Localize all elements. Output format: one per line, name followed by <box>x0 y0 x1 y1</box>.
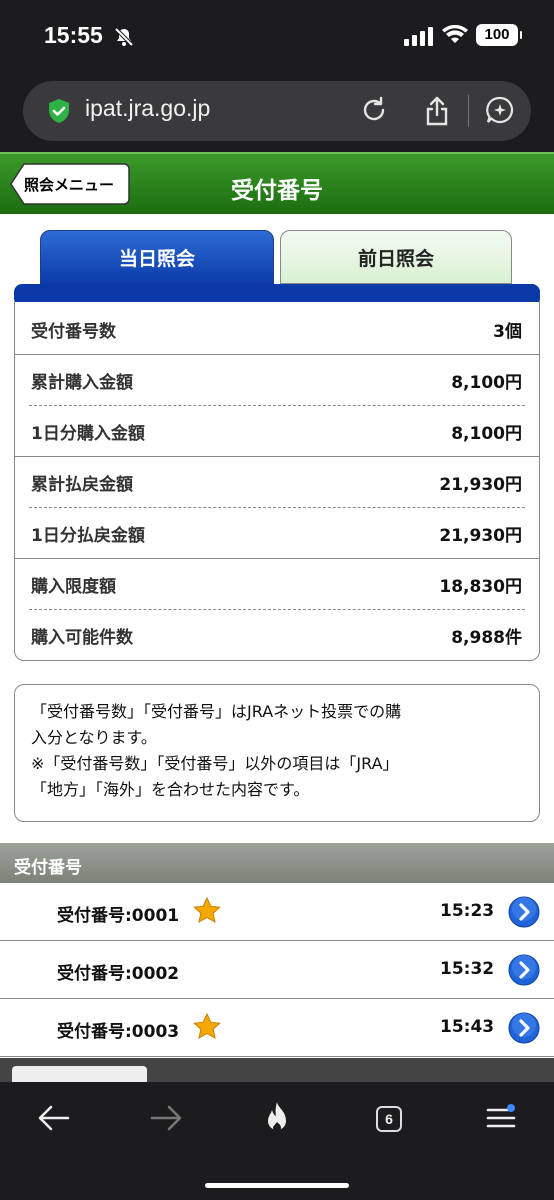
receipt-time: 15:43 <box>440 1017 495 1037</box>
tab-count-button[interactable]: 6 <box>376 1106 402 1132</box>
receipt-number: 受付番号:0002 <box>57 964 180 984</box>
notice-line: ※「受付番号数」「受付番号」以外の項目は「JRA」 <box>31 754 399 773</box>
back-arrow-icon[interactable] <box>36 1102 72 1138</box>
receipt-number: 受付番号:0001 <box>57 906 180 926</box>
summary-row: 購入可能件数 8,988件 <box>15 609 539 660</box>
wifi-icon <box>442 24 468 49</box>
battery-icon: 100 <box>476 24 522 46</box>
status-bar: 15:55 100 <box>0 0 554 72</box>
receipt-row[interactable]: 受付番号:0001 15:23 <box>0 883 554 941</box>
chevron-right-circle-icon[interactable] <box>508 896 540 932</box>
summary-value: 3個 <box>493 322 522 342</box>
menu-icon[interactable] <box>486 1104 516 1136</box>
summary-table: 受付番号数 3個 累計購入金額 8,100円 1日分購入金額 8,100円 累計… <box>14 300 540 661</box>
reload-icon[interactable] <box>359 95 389 129</box>
tab-same-day-inquiry[interactable]: 当日照会 <box>40 230 274 286</box>
browser-toolbar: ipat.jra.go.jp <box>0 72 554 152</box>
address-bar[interactable]: ipat.jra.go.jp <box>23 81 531 141</box>
receipt-row[interactable]: 受付番号:0002 15:32 <box>0 941 554 999</box>
page-footer-peek <box>0 1058 554 1082</box>
cellular-signal-icon <box>404 26 434 50</box>
star-icon <box>192 1012 222 1046</box>
summary-value: 21,930円 <box>439 526 522 546</box>
summary-row: 1日分購入金額 8,100円 <box>15 405 539 456</box>
summary-row: 購入限度額 18,830円 <box>15 558 539 609</box>
chevron-right-circle-icon[interactable] <box>508 954 540 990</box>
flame-icon[interactable] <box>261 1100 293 1140</box>
receipt-number: 受付番号:0003 <box>57 1022 180 1042</box>
summary-row: 累計購入金額 8,100円 <box>15 354 539 405</box>
receipt-time: 15:32 <box>440 959 495 979</box>
summary-label: 1日分払戻金額 <box>31 526 145 546</box>
secure-shield-icon <box>45 97 73 129</box>
summary-label: 購入限度額 <box>31 577 116 597</box>
receipts-section-header: 受付番号 <box>0 843 554 883</box>
notice-line: 「地方」「海外」を合わせた内容です。 <box>31 780 310 799</box>
summary-value: 8,988件 <box>451 628 522 648</box>
page-title: 受付番号 <box>231 178 323 204</box>
toolbar-divider <box>468 95 469 127</box>
notice-line: 「受付番号数」「受付番号」はJRAネット投票での購 <box>31 702 402 721</box>
summary-value: 21,930円 <box>439 475 522 495</box>
summary-row: 累計払戻金額 21,930円 <box>15 456 539 507</box>
summary-value: 8,100円 <box>451 373 522 393</box>
share-icon[interactable] <box>423 95 451 131</box>
summary-label: 購入可能件数 <box>31 628 133 648</box>
footer-button-peek <box>12 1066 147 1082</box>
summary-value: 18,830円 <box>439 577 522 597</box>
summary-row: 1日分払戻金額 21,930円 <box>15 507 539 558</box>
status-time: 15:55 <box>44 22 103 48</box>
summary-row: 受付番号数 3個 <box>15 303 539 354</box>
tab-previous-day-inquiry[interactable]: 前日照会 <box>280 230 512 284</box>
url-text[interactable]: ipat.jra.go.jp <box>85 95 210 122</box>
summary-value: 8,100円 <box>451 424 522 444</box>
page-header: 照会メニュー 受付番号 <box>0 152 554 214</box>
summary-label: 累計購入金額 <box>31 373 133 393</box>
forward-arrow-icon[interactable] <box>148 1102 184 1138</box>
summary-label: 累計払戻金額 <box>31 475 133 495</box>
silent-bell-icon <box>114 27 134 51</box>
assistant-chat-icon[interactable] <box>485 95 515 129</box>
receipt-row[interactable]: 受付番号:0003 15:43 <box>0 999 554 1057</box>
summary-label: 1日分購入金額 <box>31 424 145 444</box>
star-icon <box>192 896 222 930</box>
home-indicator <box>205 1183 349 1188</box>
notice-line: 入分となります。 <box>31 728 157 747</box>
chevron-right-circle-icon[interactable] <box>508 1012 540 1048</box>
receipt-time: 15:23 <box>440 901 495 921</box>
notice-box: 「受付番号数」「受付番号」はJRAネット投票での購 入分となります。 ※「受付番… <box>14 684 540 822</box>
summary-label: 受付番号数 <box>31 322 116 342</box>
